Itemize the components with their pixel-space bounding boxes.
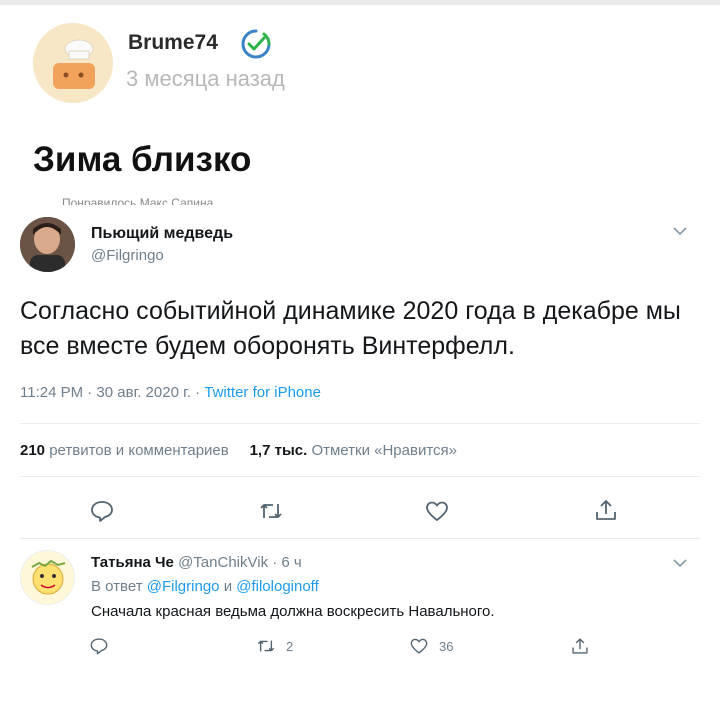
chevron-down-icon[interactable] (672, 557, 688, 569)
mention-link[interactable]: @filologinoff (236, 578, 319, 595)
reply-context: В ответ @Filgringo и @filologinoff (91, 578, 319, 595)
author-name[interactable]: Brume74 (128, 31, 218, 55)
tweet-time: 11:24 PM · 30 авг. 2020 г. · (20, 384, 205, 401)
likes-label[interactable]: Отметки «Нравится» (311, 442, 457, 459)
reply-header: Татьяна Че @TanChikVik · 6 ч (91, 554, 302, 571)
tweet-stats: 210 ретвитов и комментариев 1,7 тыс. Отм… (20, 442, 457, 459)
share-icon[interactable] (593, 497, 619, 523)
likes-count[interactable]: 1,7 тыс. (250, 442, 308, 459)
reply-author-avatar[interactable] (20, 550, 75, 605)
tweet-meta: 11:24 PM · 30 авг. 2020 г. · Twitter for… (20, 384, 321, 401)
retweets-count[interactable]: 210 (20, 442, 45, 459)
verified-check-icon (241, 29, 271, 59)
tweet-source-link[interactable]: Twitter for iPhone (204, 384, 321, 401)
tweet-text: Согласно событийной динамике 2020 года в… (20, 297, 681, 360)
tweet-author-avatar[interactable] (20, 217, 75, 272)
retweets-label[interactable]: ретвитов и комментариев (49, 442, 229, 459)
reply-like-count: 36 (439, 638, 454, 654)
chevron-down-icon[interactable] (672, 225, 688, 237)
divider (20, 476, 700, 477)
divider (20, 423, 700, 424)
reply-reply-button[interactable] (89, 636, 109, 656)
reply-icon[interactable] (89, 498, 115, 524)
retweet-icon[interactable] (256, 636, 276, 656)
tweet-author-name[interactable]: Пьющий медведь (91, 225, 233, 243)
divider (20, 538, 700, 539)
post-title: Зима близко (33, 140, 252, 179)
reply-and: и (223, 578, 233, 595)
reply-like-button[interactable]: 36 (409, 636, 453, 656)
reply-handle-time[interactable]: @TanChikVik · 6 ч (178, 554, 302, 571)
tweet-author-handle[interactable]: @Filgringo (91, 247, 164, 264)
reply-retweet-count: 2 (286, 638, 294, 654)
top-divider (0, 0, 720, 5)
mention-link[interactable]: @Filgringo (147, 578, 220, 595)
reply-text: Сначала красная ведьма должна воскресить… (91, 603, 495, 620)
share-icon[interactable] (570, 636, 590, 656)
reply-prefix: В ответ (91, 578, 143, 595)
liked-by-label: Понравилось Макс Сапина (62, 196, 214, 205)
post-timestamp: 3 месяца назад (126, 66, 285, 91)
reply-share-button[interactable] (570, 636, 590, 656)
reply-retweet-button[interactable]: 2 (256, 636, 293, 656)
reply-author-name[interactable]: Татьяна Че (91, 554, 174, 571)
author-avatar[interactable] (33, 23, 113, 103)
reply-icon[interactable] (89, 636, 109, 656)
retweet-icon[interactable] (258, 498, 284, 524)
like-heart-icon[interactable] (409, 636, 429, 656)
like-heart-icon[interactable] (424, 498, 450, 524)
